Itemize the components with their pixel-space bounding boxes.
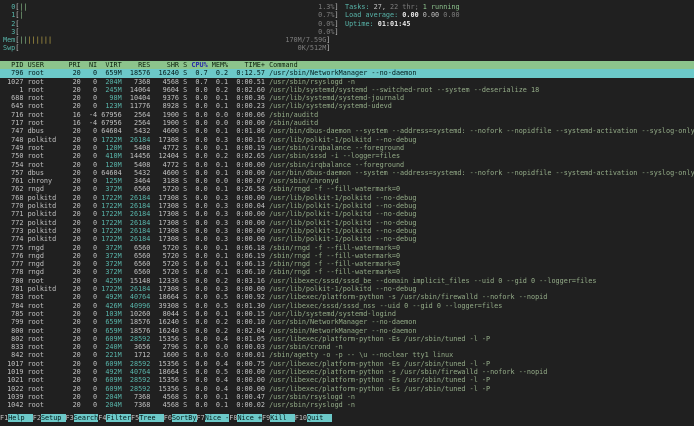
- process-row[interactable]: 747 dbus 20 0 64604 5432 4600 S 0.0 0.1 …: [0, 127, 694, 135]
- fkey-f3[interactable]: F3Search: [66, 414, 99, 422]
- process-row[interactable]: 645 root 20 0 123M 11776 8928 S 0.0 0.1 …: [0, 102, 694, 110]
- htop-terminal: 0[|| 1.3%] 1[| 0.7%] 2[: [0, 0, 694, 426]
- function-key-bar: F1Help F2Setup F3SearchF4FilterF5Tree F6…: [0, 414, 694, 422]
- fkey-f10[interactable]: F10Quit: [295, 414, 332, 422]
- process-row[interactable]: 1 root 20 0 245M 14064 9604 S 0.0 0.2 0:…: [0, 86, 694, 94]
- process-row[interactable]: 1027 root 20 0 204M 7368 4568 S 0.7 0.1 …: [0, 78, 694, 86]
- process-table: PID USER PRI NI VIRT RES SHR S CPU% MEM%…: [0, 61, 694, 409]
- memory-meter: Mem[|||||||| 170M/7.59G]: [3, 36, 403, 44]
- process-row[interactable]: 717 root 16 -4 67956 2564 1900 S 0.0 0.0…: [0, 119, 694, 127]
- process-table-header[interactable]: PID USER PRI NI VIRT RES SHR S CPU% MEM%…: [0, 61, 694, 69]
- process-row[interactable]: 774 polkitd 20 0 1722M 26184 17308 S 0.0…: [0, 235, 694, 243]
- process-row[interactable]: 1042 root 20 0 204M 7368 4568 S 0.0 0.1 …: [0, 401, 694, 409]
- system-summary: Tasks: 27, 22 thr; 1 runningLoad average…: [345, 3, 460, 28]
- process-row[interactable]: 688 root 20 0 98M 10404 9376 S 0.0 0.1 0…: [0, 94, 694, 102]
- process-row[interactable]: 799 root 20 0 659M 18576 16240 S 0.0 0.2…: [0, 318, 694, 326]
- fkey-f2[interactable]: F2Setup: [33, 414, 66, 422]
- uptime: Uptime: 01:01:45: [345, 20, 460, 28]
- process-row[interactable]: 754 root 20 0 120M 5408 4772 S 0.0 0.1 0…: [0, 161, 694, 169]
- process-row[interactable]: 776 rngd 20 0 372M 6560 5720 S 0.0 0.1 0…: [0, 252, 694, 260]
- process-row[interactable]: 773 polkitd 20 0 1722M 26184 17308 S 0.0…: [0, 227, 694, 235]
- fkey-f7[interactable]: F7Nice -: [197, 414, 230, 422]
- process-row[interactable]: 833 root 20 0 240M 3656 2796 S 0.0 0.0 0…: [0, 343, 694, 351]
- process-row[interactable]: 771 polkitd 20 0 1722M 26184 17308 S 0.0…: [0, 210, 694, 218]
- process-row[interactable]: 1021 root 20 0 609M 28592 15356 S 0.0 0.…: [0, 376, 694, 384]
- process-row[interactable]: 796 root 20 0 659M 18576 16240 S 0.7 0.2…: [0, 69, 694, 77]
- fkey-f4[interactable]: F4Filter: [98, 414, 131, 422]
- process-row[interactable]: 772 polkitd 20 0 1722M 26184 17308 S 0.0…: [0, 219, 694, 227]
- process-row[interactable]: 781 polkitd 20 0 1722M 26184 17308 S 0.0…: [0, 285, 694, 293]
- process-row[interactable]: 1022 root 20 0 609M 28592 15356 S 0.0 0.…: [0, 385, 694, 393]
- system-meters: 0[|| 1.3%] 1[| 0.7%] 2[: [3, 3, 403, 53]
- process-row[interactable]: 780 root 20 0 425M 15148 12336 S 0.0 0.2…: [0, 277, 694, 285]
- cpu-meter-3: 3[ 0.0%]: [3, 28, 403, 36]
- fkey-f6[interactable]: F6SortBy: [164, 414, 197, 422]
- process-row[interactable]: 1017 root 20 0 609M 28592 15356 S 0.0 0.…: [0, 360, 694, 368]
- process-row[interactable]: 762 rngd 20 0 372M 6560 5720 S 0.0 0.1 0…: [0, 185, 694, 193]
- process-row[interactable]: 750 root 20 0 410M 14456 12404 S 0.0 0.2…: [0, 152, 694, 160]
- cpu-meter-0: 0[|| 1.3%]: [3, 3, 403, 11]
- process-row[interactable]: 1039 root 20 0 204M 7368 4568 S 0.0 0.1 …: [0, 393, 694, 401]
- process-row[interactable]: 770 polkitd 20 0 1722M 26184 17308 S 0.0…: [0, 202, 694, 210]
- process-row[interactable]: 748 polkitd 20 0 1722M 26184 17308 S 0.0…: [0, 136, 694, 144]
- tasks-summary: Tasks: 27, 22 thr; 1 running: [345, 3, 460, 11]
- process-row[interactable]: 761 chrony 20 0 125M 3464 3188 S 0.0 0.0…: [0, 177, 694, 185]
- process-row[interactable]: 1019 root 20 0 492M 40764 18664 S 0.0 0.…: [0, 368, 694, 376]
- fkey-f1[interactable]: F1Help: [0, 414, 33, 422]
- process-row[interactable]: 749 root 20 0 120M 5408 4772 S 0.0 0.1 0…: [0, 144, 694, 152]
- process-row[interactable]: 775 rngd 20 0 372M 6560 5720 S 0.0 0.1 0…: [0, 244, 694, 252]
- process-row[interactable]: 768 polkitd 20 0 1722M 26184 17308 S 0.0…: [0, 194, 694, 202]
- swap-meter: Swp[ 0K/512M]: [3, 44, 403, 52]
- cpu-meter-1: 1[| 0.7%]: [3, 11, 403, 19]
- process-row[interactable]: 783 root 20 0 492M 40764 18664 S 0.0 0.5…: [0, 293, 694, 301]
- process-row[interactable]: 800 root 20 0 659M 18576 16240 S 0.0 0.2…: [0, 327, 694, 335]
- fkey-f5[interactable]: F5Tree: [131, 414, 164, 422]
- fkey-f9[interactable]: F9Kill: [262, 414, 295, 422]
- load-average: Load average: 0.00 0.00 0.00: [345, 11, 460, 19]
- process-row[interactable]: 757 dbus 20 0 64604 5432 4600 S 0.0 0.1 …: [0, 169, 694, 177]
- process-row[interactable]: 785 root 20 0 103M 10260 8044 S 0.0 0.1 …: [0, 310, 694, 318]
- fkey-f8[interactable]: F8Nice +: [229, 414, 262, 422]
- process-row[interactable]: 784 root 20 0 426M 40996 39308 S 0.0 0.5…: [0, 302, 694, 310]
- process-row[interactable]: 778 rngd 20 0 372M 6560 5720 S 0.0 0.1 0…: [0, 268, 694, 276]
- process-row[interactable]: 802 root 20 0 609M 28592 15356 S 0.0 0.4…: [0, 335, 694, 343]
- process-row[interactable]: 777 rngd 20 0 372M 6560 5720 S 0.0 0.1 0…: [0, 260, 694, 268]
- process-row[interactable]: 716 root 16 -4 67956 2564 1900 S 0.0 0.0…: [0, 111, 694, 119]
- process-row[interactable]: 842 root 20 0 221M 1712 1600 S 0.0 0.0 0…: [0, 351, 694, 359]
- cpu-meter-2: 2[ 0.0%]: [3, 20, 403, 28]
